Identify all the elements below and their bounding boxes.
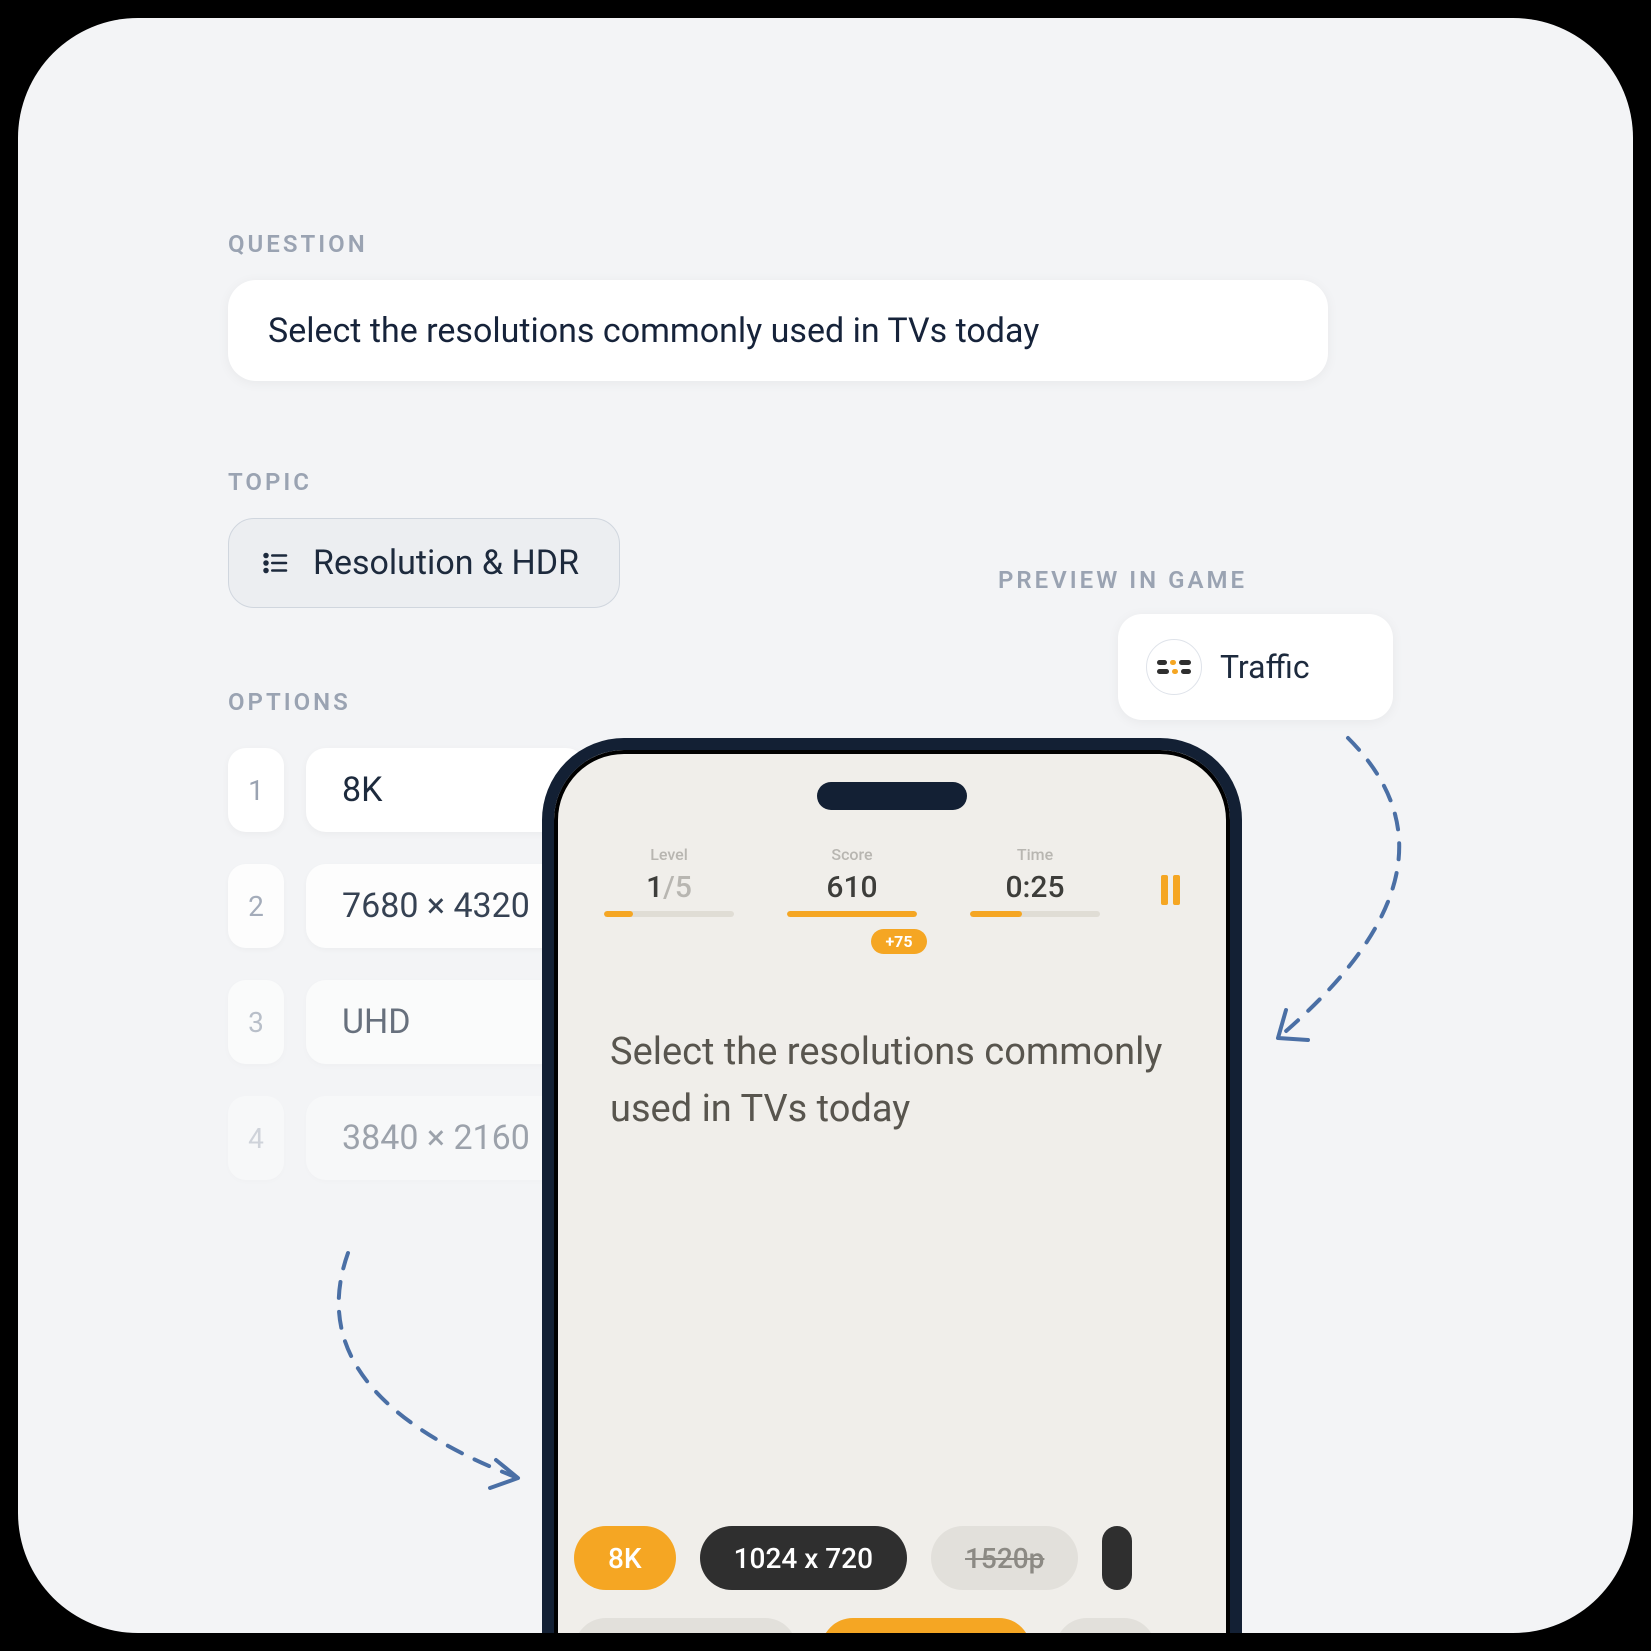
option-row[interactable]: 2 7680 × 4320 xyxy=(228,864,586,948)
answer-chip-partial[interactable] xyxy=(1102,1526,1132,1590)
answer-chips: 8K 1024 x 720 1520p 2580 x 1080 1920x108… xyxy=(554,1492,1230,1633)
option-row[interactable]: 4 3840 × 2160 xyxy=(228,1096,586,1180)
traffic-icon xyxy=(1146,639,1202,695)
answer-chip[interactable]: 8K xyxy=(574,1526,676,1590)
options-section-label: OPTIONS xyxy=(228,688,351,716)
answer-chip[interactable]: 1920x1080 xyxy=(821,1618,1030,1633)
option-row[interactable]: 1 8K xyxy=(228,748,586,832)
answer-chip[interactable]: 1024 x 720 xyxy=(700,1526,907,1590)
question-input[interactable]: Select the resolutions commonly used in … xyxy=(228,280,1328,381)
answer-chip[interactable]: 3K xyxy=(1055,1618,1157,1633)
list-icon xyxy=(259,546,293,580)
arrow-options-to-phone xyxy=(308,1243,568,1523)
preview-game-name: Traffic xyxy=(1220,648,1310,686)
option-index: 4 xyxy=(228,1096,284,1180)
answer-chip[interactable]: 2580 x 1080 xyxy=(574,1618,797,1633)
topic-section-label: TOPIC xyxy=(228,468,312,496)
options-list: 1 8K 2 7680 × 4320 3 UHD 4 3840 × 2160 xyxy=(228,748,586,1180)
question-section-label: QUESTION xyxy=(228,230,368,258)
preview-game-selector[interactable]: Traffic xyxy=(1118,614,1393,720)
score-delta-badge: +75 xyxy=(871,929,926,954)
answer-chip[interactable]: 1520p xyxy=(931,1526,1078,1590)
question-text: Select the resolutions commonly used in … xyxy=(268,311,1039,351)
phone-question-text: Select the resolutions commonly used in … xyxy=(554,954,1230,1138)
score-stat: Score 610 xyxy=(787,845,917,917)
topic-selector[interactable]: Resolution & HDR xyxy=(228,518,620,608)
level-stat: Level 1/5 xyxy=(604,845,734,917)
preview-section-label: PREVIEW IN GAME xyxy=(998,566,1247,594)
option-row[interactable]: 3 UHD xyxy=(228,980,586,1064)
topic-value: Resolution & HDR xyxy=(313,543,579,583)
time-stat: Time 0:25 xyxy=(970,845,1100,917)
option-index: 3 xyxy=(228,980,284,1064)
arrow-preview-to-phone xyxy=(1248,728,1508,1068)
pause-icon xyxy=(1161,875,1168,905)
option-index: 2 xyxy=(228,864,284,948)
phone-preview: Level 1/5 Score 610 Time 0:25 xyxy=(542,738,1242,1633)
editor-card: QUESTION Select the resolutions commonly… xyxy=(18,18,1633,1633)
pause-button[interactable] xyxy=(1153,875,1180,905)
option-index: 1 xyxy=(228,748,284,832)
